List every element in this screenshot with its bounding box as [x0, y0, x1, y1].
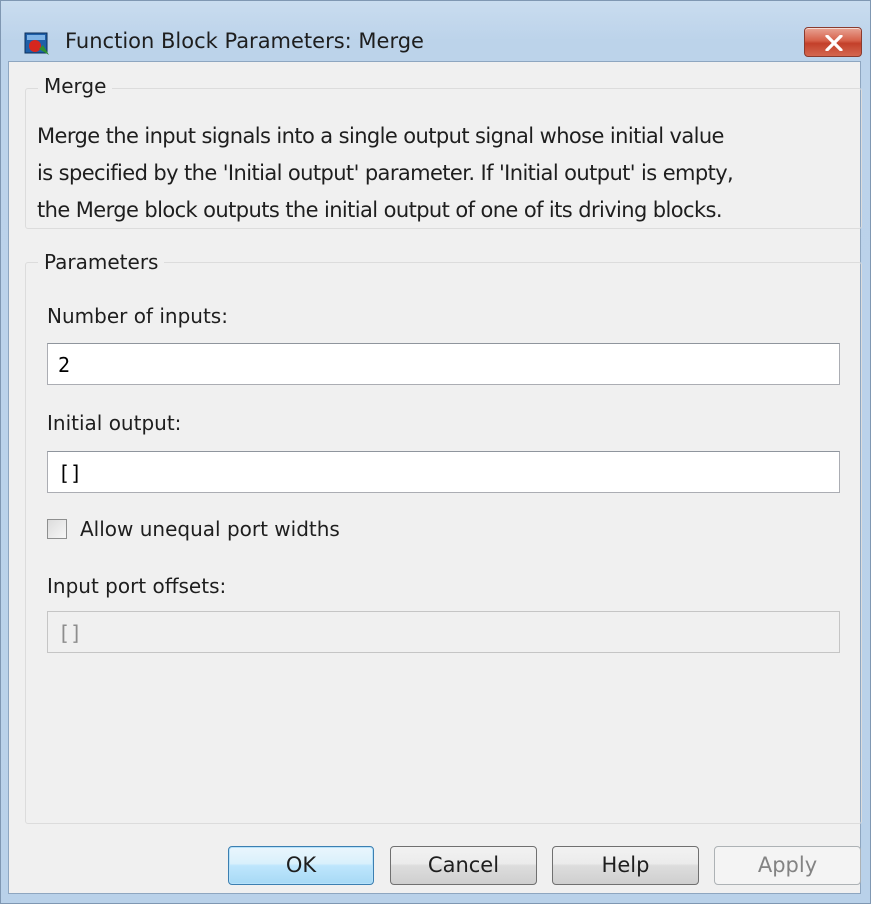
initial-output-field[interactable]: [] — [47, 451, 840, 493]
initial-output-label: Initial output: — [47, 411, 182, 435]
close-icon — [825, 35, 843, 51]
description-line: Merge the input signals into a single ou… — [37, 124, 724, 148]
help-button[interactable]: Help — [552, 846, 699, 885]
allow-unequal-port-widths-label[interactable]: Allow unequal port widths — [80, 517, 340, 541]
description-line: is specified by the 'Initial output' par… — [37, 161, 734, 185]
description-line: the Merge block outputs the initial outp… — [37, 198, 723, 222]
parameters-group-legend: Parameters — [38, 250, 165, 274]
input-port-offsets-field: [] — [47, 611, 840, 653]
number-of-inputs-label: Number of inputs: — [47, 304, 228, 328]
block-description: Merge the input signals into a single ou… — [37, 118, 857, 229]
apply-button: Apply — [714, 846, 861, 885]
close-button[interactable] — [804, 27, 862, 57]
allow-unequal-port-widths-checkbox[interactable] — [47, 519, 67, 539]
simulink-block-icon — [23, 29, 51, 57]
ok-button[interactable]: OK — [228, 846, 374, 885]
description-group-legend: Merge — [38, 74, 113, 98]
cancel-button[interactable]: Cancel — [390, 846, 537, 885]
window-title: Function Block Parameters: Merge — [65, 29, 424, 53]
number-of-inputs-field[interactable]: 2 — [47, 343, 840, 385]
input-port-offsets-label: Input port offsets: — [47, 574, 227, 598]
